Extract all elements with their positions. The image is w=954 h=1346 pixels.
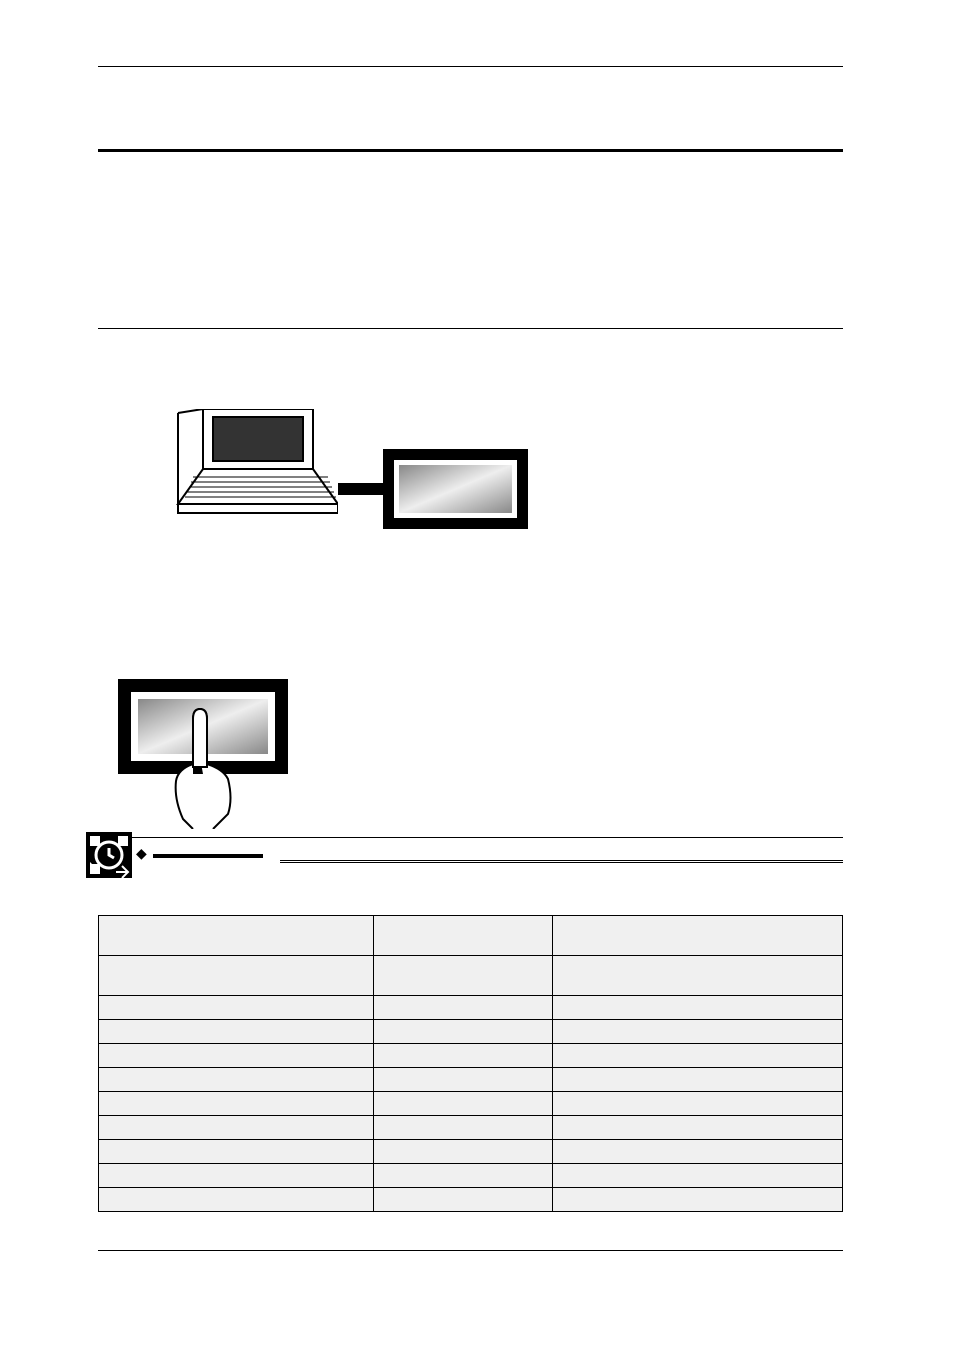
table-cell <box>374 1092 553 1116</box>
table-cell <box>374 1164 553 1188</box>
table-cell <box>374 1044 553 1068</box>
table-cell <box>374 956 553 996</box>
panel-touch-icon <box>118 679 288 829</box>
table-cell <box>552 1044 842 1068</box>
table-row <box>99 1188 843 1212</box>
table-row <box>99 1116 843 1140</box>
table-row <box>99 1044 843 1068</box>
table-cell <box>374 1020 553 1044</box>
table-cell <box>552 1092 842 1116</box>
table-cell <box>99 1116 374 1140</box>
illustration-download <box>98 409 843 589</box>
table-row <box>99 1092 843 1116</box>
table-header-cell <box>552 916 842 956</box>
table-cell <box>374 1188 553 1212</box>
table-cell <box>99 1188 374 1212</box>
table-row <box>99 1068 843 1092</box>
table-cell <box>552 1116 842 1140</box>
illustration-touch <box>98 679 843 829</box>
table-row <box>99 956 843 996</box>
table-row <box>99 1020 843 1044</box>
laptop-icon <box>143 409 338 544</box>
table-cell <box>552 956 842 996</box>
table-cell <box>99 1092 374 1116</box>
spec-table <box>98 915 843 1212</box>
keypoint-double-rule <box>280 860 843 863</box>
table-cell <box>99 1044 374 1068</box>
table-header-cell <box>374 916 553 956</box>
table-row <box>99 996 843 1020</box>
table-header-row <box>99 916 843 956</box>
table-cell <box>552 1068 842 1092</box>
table-row <box>99 1164 843 1188</box>
table-cell <box>99 956 374 996</box>
table-cell <box>99 1164 374 1188</box>
table-cell <box>552 1140 842 1164</box>
table-cell <box>374 1140 553 1164</box>
table-cell <box>552 996 842 1020</box>
diamond-bullet: ◆ <box>136 845 147 862</box>
panel-icon <box>383 449 528 529</box>
table-cell <box>374 1068 553 1092</box>
keypoint-icon <box>86 832 132 878</box>
keypoint-block: ◆ <box>98 837 843 885</box>
table-cell <box>374 1116 553 1140</box>
table-header-cell <box>99 916 374 956</box>
keypoint-label-underline <box>153 840 263 858</box>
table-cell <box>99 1020 374 1044</box>
table-cell <box>552 1164 842 1188</box>
table-cell <box>99 1068 374 1092</box>
table-cell <box>552 1188 842 1212</box>
table-cell <box>99 996 374 1020</box>
footer-rule <box>98 1250 843 1251</box>
table-cell <box>552 1020 842 1044</box>
table-row <box>99 1140 843 1164</box>
table-cell <box>99 1140 374 1164</box>
table-cell <box>374 996 553 1020</box>
